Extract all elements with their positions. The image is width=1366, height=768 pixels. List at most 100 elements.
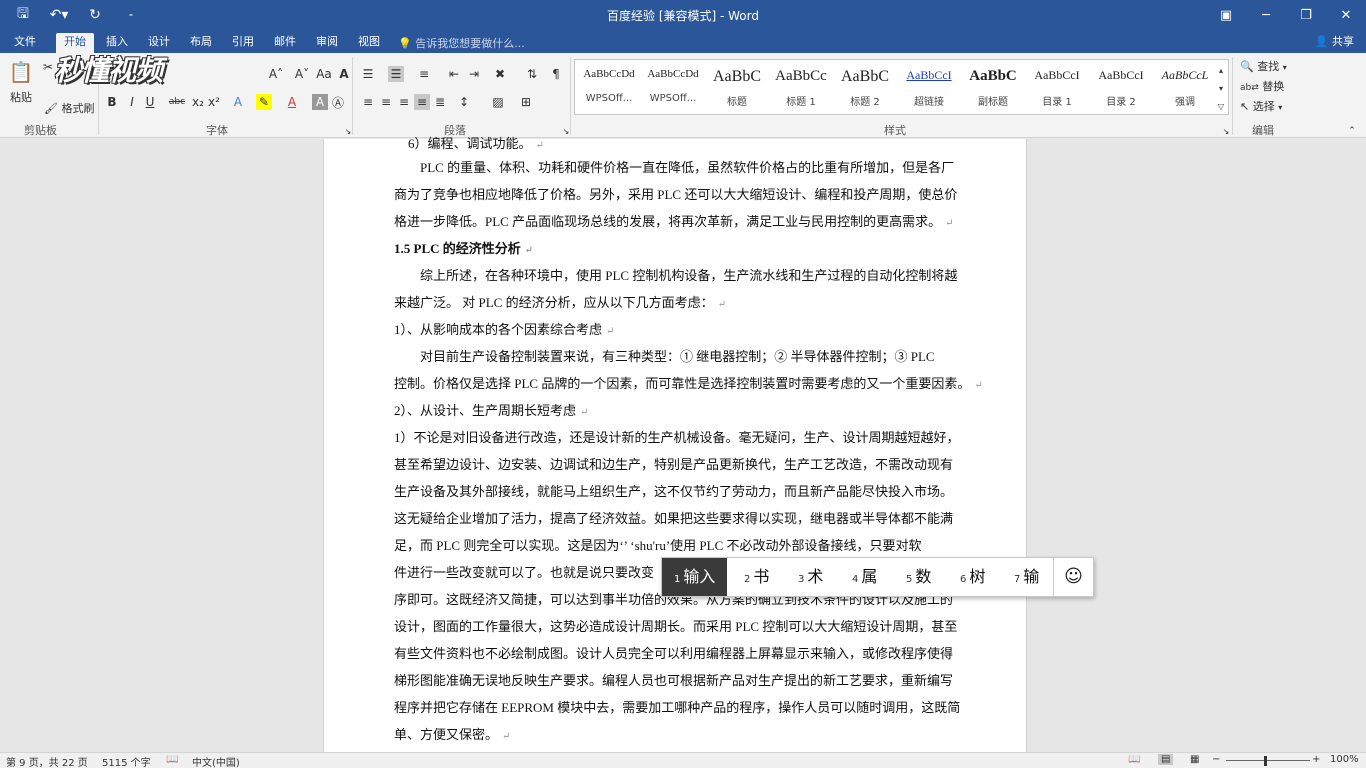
style-item[interactable]: AaBbCcL 强调 [1153, 60, 1217, 114]
collapse-ribbon-icon[interactable]: ⌃ [1344, 123, 1360, 139]
document-area: 6）编程、调试功能。 ↵ PLC 的重量、体积、功耗和硬件价格一直在降低，虽然软件… [0, 136, 1366, 752]
language-indicator[interactable]: 中文(中国) [192, 754, 240, 768]
shrink-font-icon[interactable]: A˅ [292, 66, 312, 82]
ime-candidate[interactable]: 4属 [852, 558, 877, 596]
style-item[interactable]: AaBbCcI 超链接 [897, 60, 961, 114]
vertical-scrollbar[interactable] [1349, 139, 1366, 752]
bullets-icon[interactable]: ☰ [360, 66, 376, 82]
numbering-icon[interactable]: ☰ [388, 66, 404, 82]
style-item[interactable]: AaBbCcDd WPSOff... [641, 60, 705, 114]
select-button[interactable]: ↖ 选择 ▾ [1240, 98, 1282, 114]
lightbulb-icon: 💡 [398, 37, 412, 50]
zoom-out-icon[interactable]: − [1212, 754, 1220, 765]
style-item[interactable]: AaBbCcI 目录 2 [1089, 60, 1153, 114]
ime-candidate[interactable]: 1 输入 [662, 558, 728, 596]
style-sample: AaBbCcL [1161, 68, 1209, 82]
gallery-more-icon[interactable]: ▽ [1215, 98, 1227, 114]
ime-candidate[interactable]: 2书 [744, 558, 769, 596]
zoom-slider[interactable] [1226, 760, 1310, 761]
ribbon-tabs: 文件 开始 插入 设计 布局 引用 邮件 审阅 视图 💡 告诉我您想要做什么..… [0, 30, 1366, 53]
close-icon[interactable]: ✕ [1326, 0, 1366, 30]
window-title: 百度经验 [兼容模式] - Word [607, 9, 759, 23]
clear-format-icon[interactable]: 𝗔 [336, 66, 352, 82]
distributed-icon[interactable]: ≣ [432, 94, 448, 110]
text-effects-button[interactable]: A [230, 94, 246, 110]
align-center-icon[interactable]: ≡ [378, 94, 394, 110]
paste-icon[interactable]: 📋 [9, 59, 34, 85]
proofing-icon[interactable]: 📖 [166, 754, 178, 765]
chinese-layout-icon[interactable]: ✖ [492, 66, 508, 82]
style-sample: AaBbCcDd [647, 68, 699, 80]
style-item[interactable]: AaBbCc 标题 1 [769, 60, 833, 114]
change-case-icon[interactable]: Aa [316, 66, 332, 82]
gallery-up-icon[interactable]: ▴ [1215, 62, 1227, 78]
gallery-down-icon[interactable]: ▾ [1215, 80, 1227, 96]
ime-candidate[interactable]: 6树 [960, 558, 985, 596]
restore-icon[interactable]: ❐ [1286, 0, 1326, 30]
zoom-slider-thumb[interactable] [1264, 756, 1267, 766]
ime-candidate[interactable]: 3术 [798, 558, 823, 596]
read-mode-icon[interactable]: 📖 [1128, 754, 1140, 765]
multilevel-list-icon[interactable]: ≡ [416, 66, 432, 82]
paragraph-dialog-launcher-icon[interactable]: ↘ [558, 123, 574, 139]
align-right-icon[interactable]: ≡ [396, 94, 412, 110]
style-item[interactable]: AaBbC 副标题 [961, 60, 1025, 114]
line-spacing-icon[interactable]: ↕ [456, 94, 472, 110]
grow-font-icon[interactable]: A˄ [266, 66, 286, 82]
find-button[interactable]: 🔍 查找 ▾ [1240, 58, 1287, 74]
style-item[interactable]: AaBbC 标题 2 [833, 60, 897, 114]
zoom-level[interactable]: 100% [1330, 754, 1359, 765]
format-painter-button[interactable]: 🖌 格式刷 [44, 100, 94, 116]
show-marks-icon[interactable]: ¶ [548, 66, 564, 82]
tab-mailings[interactable]: 邮件 [266, 33, 304, 53]
text-line: 来越广泛。 对 PLC 的经济分析，应从以下几方面考虑： ↵ [394, 295, 726, 310]
style-item[interactable]: AaBbCcI 目录 1 [1025, 60, 1089, 114]
highlight-icon[interactable]: ✎ [256, 94, 272, 110]
align-left-icon[interactable]: ≡ [360, 94, 376, 110]
tell-me-box[interactable]: 💡 告诉我您想要做什么... [398, 35, 525, 51]
shading-icon[interactable]: A [312, 94, 328, 110]
sort-icon[interactable]: ⇅ [524, 66, 540, 82]
underline-button[interactable]: U [142, 94, 158, 110]
style-item[interactable]: AaBbC 标题 [705, 60, 769, 114]
group-font: 字体 [206, 124, 228, 137]
font-color-button[interactable]: A [284, 94, 300, 110]
justify-icon[interactable]: ≡ [414, 94, 430, 110]
tab-view[interactable]: 视图 [350, 33, 388, 53]
bold-button[interactable]: B [104, 94, 120, 110]
decrease-indent-icon[interactable]: ⇤ [446, 66, 462, 82]
minimize-icon[interactable]: ─ [1246, 0, 1286, 30]
style-item[interactable]: AaBbCcDd WPSOff... [577, 60, 641, 114]
share-button[interactable]: 👤 共享 [1315, 33, 1354, 49]
document-page[interactable]: 6）编程、调试功能。 ↵ PLC 的重量、体积、功耗和硬件价格一直在降低，虽然软件… [323, 136, 1027, 752]
word-count[interactable]: 5115 个字 [102, 754, 151, 768]
ime-candidate[interactable]: 7输 [1014, 558, 1039, 596]
ribbon-display-icon[interactable]: ▣ [1206, 0, 1246, 30]
italic-button[interactable]: I [124, 94, 140, 110]
web-layout-icon[interactable]: ▦ [1190, 754, 1199, 765]
style-sample: AaBbCcDd [583, 68, 635, 80]
page-count[interactable]: 第 9 页，共 22 页 [6, 754, 88, 768]
brush-icon: 🖌 [44, 102, 58, 115]
tab-review[interactable]: 审阅 [308, 33, 346, 53]
print-layout-icon[interactable]: ▤ [1158, 754, 1174, 765]
superscript-button[interactable]: x² [206, 94, 222, 110]
enclose-char-icon[interactable]: Ⓐ [330, 94, 346, 110]
tab-file[interactable]: 文件 [6, 33, 44, 53]
cursor-icon: ↖ [1240, 100, 1250, 113]
shading-fill-icon[interactable]: ▨ [490, 94, 506, 110]
tab-layout[interactable]: 布局 [182, 33, 220, 53]
ime-candidate[interactable]: 5数 [906, 558, 931, 596]
font-dialog-launcher-icon[interactable]: ↘ [340, 123, 356, 139]
increase-indent-icon[interactable]: ⇥ [466, 66, 482, 82]
tab-references[interactable]: 引用 [224, 33, 262, 53]
text-line: 1）、从影响成本的各个因素综合考虑 ↵ [394, 322, 615, 337]
paste-button[interactable]: 粘贴 [10, 89, 32, 105]
emoji-icon[interactable]: ☺ [1053, 558, 1093, 596]
replace-button[interactable]: ab⇄ 替换 [1240, 78, 1284, 94]
borders-icon[interactable]: ⊞ [518, 94, 534, 110]
subscript-button[interactable]: x₂ [190, 94, 206, 110]
zoom-in-icon[interactable]: + [1312, 754, 1320, 765]
strikethrough-button[interactable]: abc [166, 94, 188, 110]
group-styles: 样式 [884, 124, 906, 137]
